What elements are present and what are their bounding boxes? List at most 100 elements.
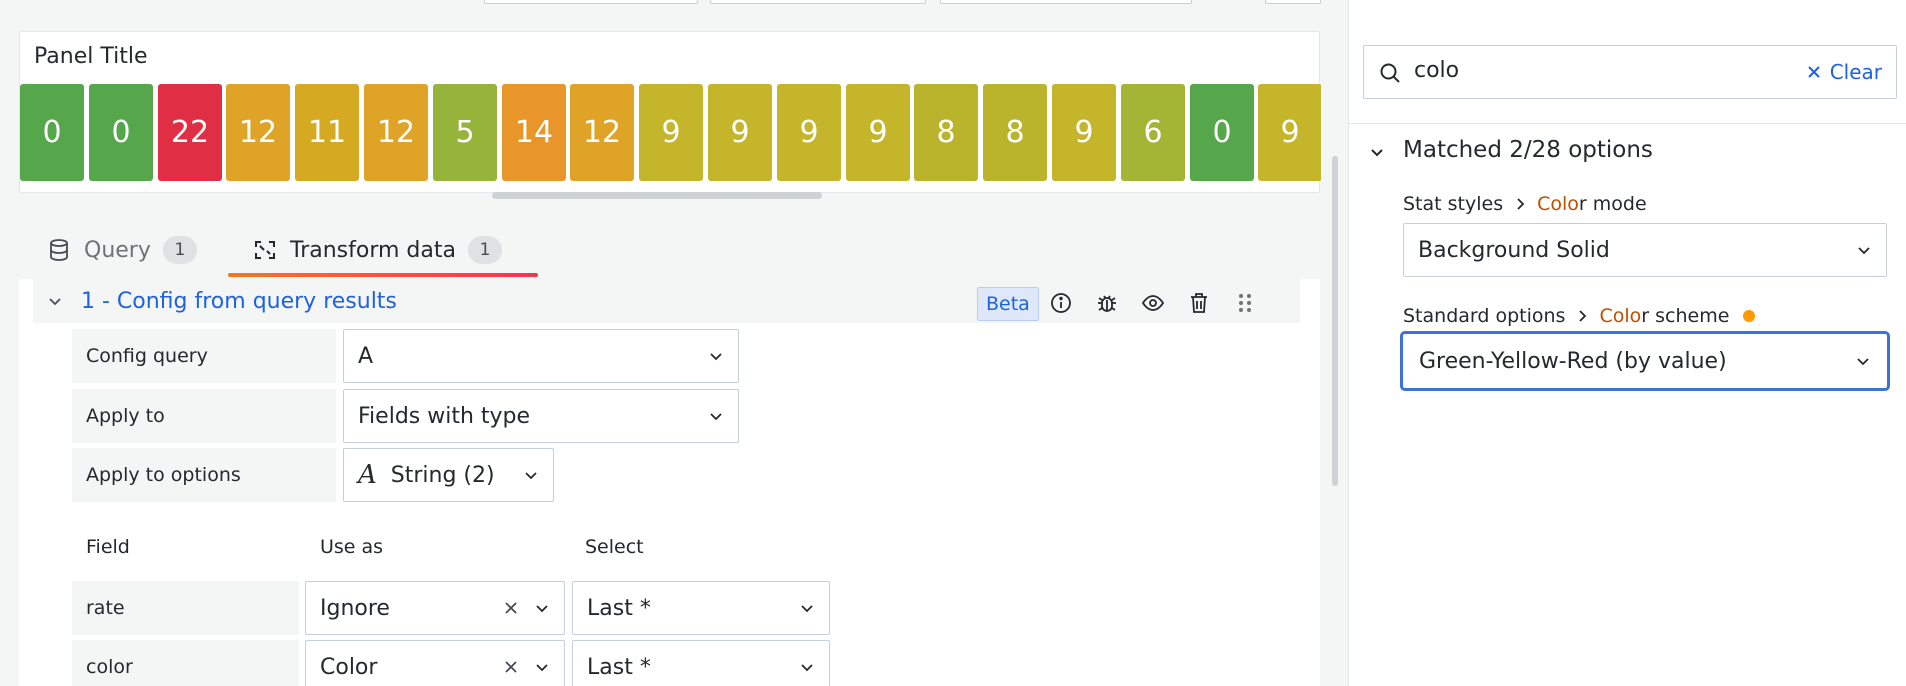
option-category: Stat styles	[1403, 193, 1504, 215]
option-category: Standard options	[1403, 305, 1566, 327]
use-as-select-rate[interactable]: Ignore	[305, 581, 565, 635]
apply-to-select[interactable]: Fields with type	[343, 389, 739, 443]
beta-badge: Beta	[977, 287, 1039, 321]
matched-options-header[interactable]: Matched 2/28 options	[1403, 137, 1653, 163]
color-mode-select[interactable]: Background Solid	[1403, 223, 1887, 277]
stat-cell: 8	[983, 84, 1047, 181]
tab-transform-data-badge: 1	[467, 236, 502, 264]
stat-cell: 12	[226, 84, 290, 181]
chevron-right-icon	[1577, 309, 1587, 323]
info-icon[interactable]	[1046, 288, 1076, 318]
stat-cell: 11	[295, 84, 359, 181]
column-header-use-as: Use as	[320, 536, 384, 558]
select-reducer-rate[interactable]: Last *	[572, 581, 830, 635]
string-type-icon: A	[358, 460, 377, 490]
use-as-value-rate: Ignore	[320, 595, 390, 621]
stat-cell: 8	[914, 84, 978, 181]
column-header-field: Field	[86, 536, 130, 558]
modified-indicator	[1743, 310, 1756, 322]
option-name-highlight: Colo	[1599, 305, 1642, 327]
close-icon	[1807, 66, 1820, 78]
stat-cell: 9	[639, 84, 703, 181]
apply-to-options-value: String (2)	[390, 462, 495, 488]
transformation-title[interactable]: 1 - Config from query results	[81, 289, 397, 314]
panel-title: Panel Title	[34, 44, 148, 69]
chevron-down-icon	[801, 664, 813, 672]
eye-icon[interactable]	[1138, 288, 1168, 318]
transformation-editor: 1 - Config from query results Beta Confi…	[19, 279, 1320, 686]
tab-query-label: Query	[84, 237, 151, 263]
stat-cell: 12	[570, 84, 634, 181]
clear-label: Clear	[1829, 60, 1882, 84]
select-value-color: Last *	[587, 654, 651, 680]
stat-cell: 12	[364, 84, 428, 181]
select-reducer-color[interactable]: Last *	[572, 640, 830, 686]
stat-cell: 9	[846, 84, 910, 181]
apply-to-value: Fields with type	[358, 403, 531, 429]
chevron-down-icon[interactable]	[1369, 144, 1385, 160]
stat-cell: 9	[1258, 84, 1321, 181]
color-scheme-value: Green-Yellow-Red (by value)	[1419, 348, 1727, 374]
stat-cell: 0	[1190, 84, 1254, 181]
use-as-value-color: Color	[320, 654, 378, 680]
config-query-value: A	[358, 343, 374, 369]
debug-icon[interactable]	[1092, 288, 1122, 318]
panel-preview: Panel Title 0 0 22 12 11 12 5 14 12 9 9 9 9 8 8 9 6 0 9	[19, 31, 1321, 193]
chevron-down-icon	[1858, 247, 1870, 255]
tab-transform-data[interactable]: Transform data 1	[252, 230, 502, 270]
option-breadcrumb-color-mode: Stat styles Colo r mode	[1403, 193, 1647, 215]
apply-to-options-label: Apply to options	[72, 448, 336, 502]
toolbar-control[interactable]	[484, 0, 698, 4]
use-as-select-color[interactable]: Color	[305, 640, 565, 686]
search-value: colo	[1414, 58, 1460, 83]
database-icon	[46, 237, 72, 263]
vertical-scrollbar[interactable]	[1332, 156, 1338, 486]
stat-cell: 5	[433, 84, 497, 181]
stat-cell: 14	[502, 84, 566, 181]
tab-query-badge: 1	[162, 236, 197, 264]
toolbar-control[interactable]	[710, 0, 926, 4]
clear-icon[interactable]	[502, 658, 520, 676]
trash-icon[interactable]	[1184, 288, 1214, 318]
chevron-down-icon	[710, 353, 722, 361]
field-name-color: color	[72, 640, 299, 686]
apply-to-label: Apply to	[72, 389, 336, 443]
stat-cell: 0	[20, 84, 84, 181]
option-name-rest: r mode	[1578, 193, 1647, 215]
chevron-down-icon	[536, 664, 548, 672]
chevron-down-icon	[525, 472, 537, 480]
toolbar-control[interactable]	[1265, 0, 1321, 4]
option-name-highlight: Colo	[1537, 193, 1579, 215]
config-query-select[interactable]: A	[343, 329, 739, 383]
transform-icon	[252, 237, 278, 263]
drag-handle-icon[interactable]	[1230, 288, 1260, 318]
option-breadcrumb-color-scheme: Standard options Colo r scheme	[1403, 305, 1756, 327]
active-tab-indicator	[228, 273, 538, 277]
tab-transform-data-label: Transform data	[290, 237, 456, 263]
stat-cell: 22	[158, 84, 222, 181]
horizontal-scrollbar[interactable]	[492, 192, 822, 199]
chevron-down-icon	[710, 413, 722, 421]
clear-icon[interactable]	[502, 599, 520, 617]
divider	[1349, 123, 1906, 124]
color-scheme-select[interactable]: Green-Yellow-Red (by value)	[1400, 331, 1890, 391]
clear-search-button[interactable]: Clear	[1806, 60, 1882, 84]
stat-cell: 9	[708, 84, 772, 181]
field-name-rate: rate	[72, 581, 299, 635]
chevron-down-icon	[536, 605, 548, 613]
apply-to-options-select[interactable]: A String (2)	[343, 448, 554, 502]
options-search-input[interactable]: colo Clear	[1363, 45, 1897, 99]
stat-cell: 9	[777, 84, 841, 181]
option-name-rest: r scheme	[1641, 305, 1730, 327]
chevron-down-icon	[1857, 358, 1869, 366]
chevron-down-icon	[801, 605, 813, 613]
color-mode-value: Background Solid	[1418, 237, 1610, 263]
tab-query[interactable]: Query 1	[46, 230, 197, 270]
toolbar-control[interactable]	[940, 0, 1192, 4]
select-value-rate: Last *	[587, 595, 651, 621]
chevron-down-icon[interactable]	[47, 293, 63, 309]
options-pane: colo Clear Matched 2/28 options Stat sty…	[1348, 0, 1906, 686]
stat-cell: 6	[1121, 84, 1185, 181]
search-icon	[1380, 63, 1400, 83]
chevron-right-icon	[1515, 197, 1525, 211]
